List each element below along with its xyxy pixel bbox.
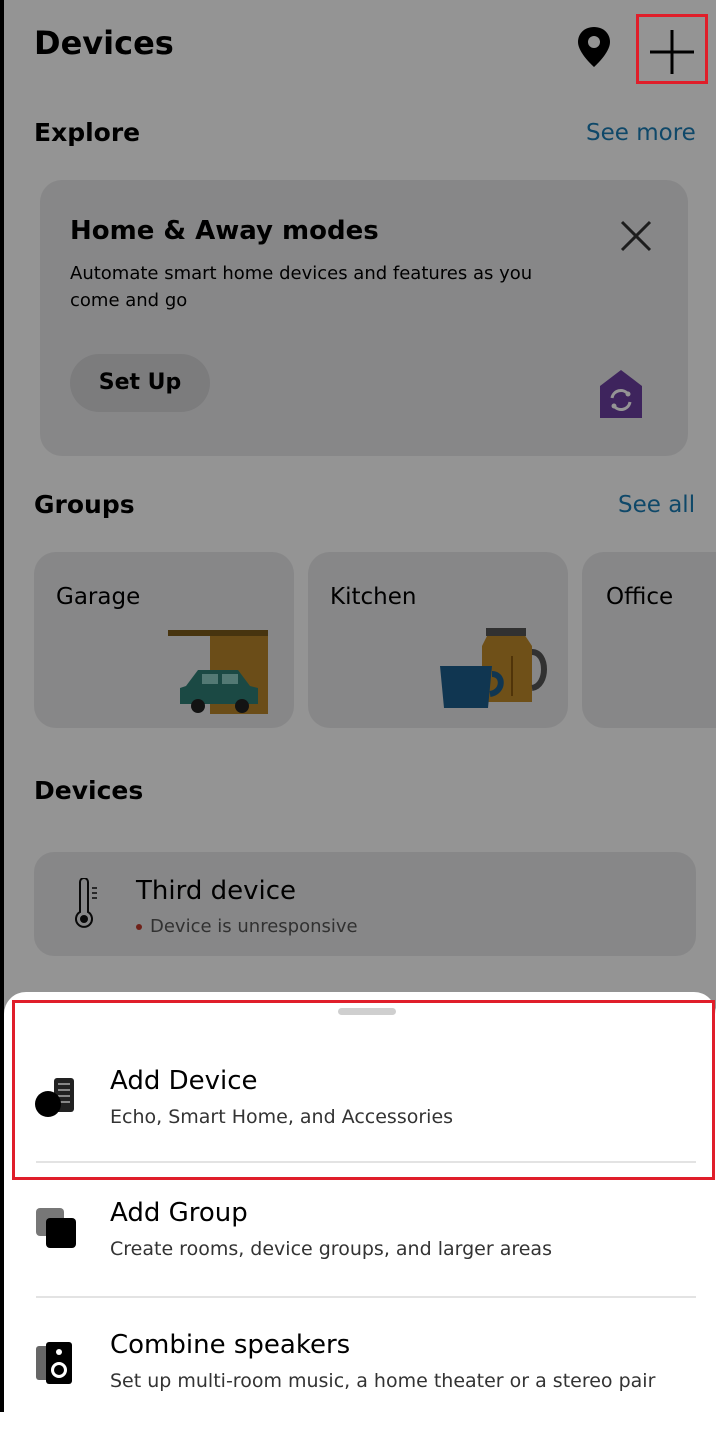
item-title: Add Group bbox=[110, 1198, 248, 1228]
highlight-add-device bbox=[12, 1000, 715, 1180]
item-subtitle: Create rooms, device groups, and larger … bbox=[110, 1238, 552, 1260]
add-group-icon bbox=[34, 1206, 80, 1252]
item-subtitle: Set up multi-room music, a home theater … bbox=[110, 1370, 656, 1392]
highlight-add-button bbox=[636, 14, 708, 84]
divider bbox=[36, 1296, 696, 1298]
speakers-icon bbox=[34, 1340, 80, 1386]
combine-speakers-item[interactable]: Combine speakers Set up multi-room music… bbox=[4, 1304, 716, 1434]
add-group-item[interactable]: Add Group Create rooms, device groups, a… bbox=[4, 1172, 716, 1302]
item-title: Combine speakers bbox=[110, 1330, 351, 1360]
